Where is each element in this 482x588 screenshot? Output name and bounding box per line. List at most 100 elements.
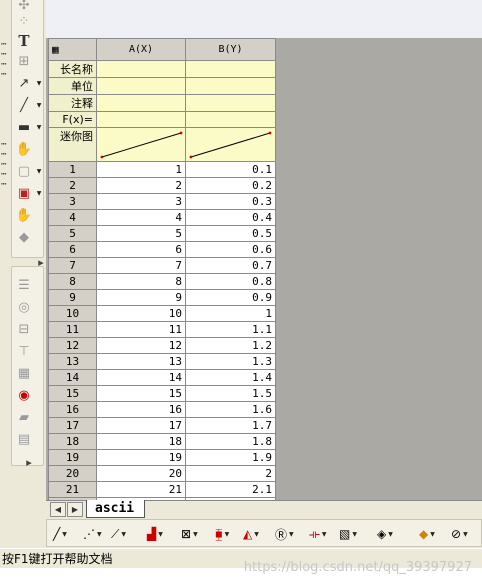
row-header[interactable]: 7 [48,257,97,274]
row-header[interactable]: 13 [48,353,97,370]
cell-b[interactable]: 1.2 [185,337,276,354]
cell-a[interactable]: 11 [96,321,186,338]
cell-b[interactable]: 1.6 [185,401,276,418]
comments-cell-b[interactable] [185,94,276,112]
row-header[interactable]: 4 [48,209,97,226]
scatter-plot-icon[interactable]: ⋰ ▼ [83,524,102,544]
cell-a[interactable]: 19 [96,449,186,466]
text-tool-icon[interactable]: T [14,31,34,51]
error-bar-icon[interactable]: ⧯ ▼ [215,524,229,544]
row-header[interactable]: 17 [48,417,97,434]
cell-a[interactable]: 21 [96,481,186,498]
cell-a[interactable]: 9 [96,289,186,306]
longname-cell-b[interactable] [185,60,276,78]
row-header[interactable]: 1 [48,161,97,178]
fx-cell-b[interactable] [185,111,276,128]
units-cell-b[interactable] [185,77,276,95]
cell-b[interactable]: 1.5 [185,385,276,402]
cell-a[interactable]: 20 [96,465,186,482]
next-sheet-icon[interactable]: ▶ [67,502,83,517]
row-header[interactable]: 15 [48,385,97,402]
insert-icon[interactable]: ⊤ [14,341,34,361]
cell-a[interactable]: 1 [96,161,186,178]
cell-a[interactable]: 15 [96,385,186,402]
polar-plot-icon[interactable]: Ⓡ ▼ [275,524,294,544]
area-plot-icon[interactable]: ◭ ▼ [243,524,259,544]
cell-b[interactable]: 1.3 [185,353,276,370]
cell-a[interactable]: 12 [96,337,186,354]
line-tool-dropdown-icon[interactable]: ▼ [36,95,42,115]
units-cell-a[interactable] [96,77,186,95]
row-header[interactable]: 12 [48,337,97,354]
sheet-corner-cell[interactable]: ▦ [48,38,97,61]
fx-cell-a[interactable] [96,111,186,128]
cell-b[interactable]: 0.8 [185,273,276,290]
cell-a[interactable]: 2 [96,177,186,194]
cell-a[interactable]: 14 [96,369,186,386]
cell-b[interactable]: 0.7 [185,257,276,274]
cell-b[interactable]: 0.5 [185,225,276,242]
cell-a[interactable]: 17 [96,417,186,434]
arrow-tool-icon[interactable]: ↗ [14,73,34,93]
cell-a[interactable]: 5 [96,225,186,242]
grid-icon[interactable]: ▦ [14,363,34,383]
data-selector-icon[interactable]: ⁘ [14,11,34,31]
cell-a[interactable]: 4 [96,209,186,226]
cell-b[interactable]: 0.3 [185,193,276,210]
cell-b[interactable]: 0.2 [185,177,276,194]
rectangle-tool-dropdown-icon[interactable]: ▼ [36,117,42,137]
toolbar2-expand-icon[interactable]: ▸ [24,456,34,469]
row-header[interactable]: 10 [48,305,97,322]
row-header[interactable]: 14 [48,369,97,386]
list-icon[interactable]: ☰ [14,275,34,295]
row-header[interactable]: 8 [48,273,97,290]
cell-b[interactable]: 1 [185,305,276,322]
worksheet-grid[interactable]: ▦ A(X) B(Y) 长名称 单位 注释 F(x)= 迷你图 1 1 0.1 … [48,38,276,514]
cell-a[interactable]: 18 [96,433,186,450]
column-header-b[interactable]: B(Y) [185,38,276,61]
line-symbol-plot-icon[interactable]: ⟋ ▼ [111,524,126,544]
template-icon[interactable]: ▧ ▼ [339,524,357,544]
region-icon[interactable]: ◆ [14,227,34,247]
cell-b[interactable]: 1.7 [185,417,276,434]
row-header[interactable]: 6 [48,241,97,258]
screen-reader-icon[interactable]: ▣ [14,183,34,203]
arrow-tool-dropdown-icon[interactable]: ▼ [36,73,42,93]
row-header[interactable]: 19 [48,449,97,466]
add-column-icon[interactable]: ⊟ [14,319,34,339]
comments-cell-a[interactable] [96,94,186,112]
screen-reader-dropdown-icon[interactable]: ▼ [36,183,42,203]
row-header[interactable]: 20 [48,465,97,482]
cell-a[interactable]: 6 [96,241,186,258]
row-header[interactable]: 16 [48,401,97,418]
zoom-panel-icon[interactable]: ⊞ [14,51,34,71]
3d-plot-icon[interactable]: ◈ ▼ [377,524,393,544]
row-header[interactable]: 3 [48,193,97,210]
row-header[interactable]: 18 [48,433,97,450]
longname-cell-a[interactable] [96,60,186,78]
cell-a[interactable]: 7 [96,257,186,274]
draw-data-icon[interactable]: ▢ [14,161,34,181]
record-icon[interactable]: ◉ [14,385,34,405]
surface-plot-icon[interactable]: ◆ ▼ [419,524,435,544]
cell-b[interactable]: 0.9 [185,289,276,306]
cell-a[interactable]: 3 [96,193,186,210]
cell-b[interactable]: 2.1 [185,481,276,498]
row-header[interactable]: 21 [48,481,97,498]
sparkline-cell-b[interactable] [185,127,276,162]
cell-b[interactable]: 1.4 [185,369,276,386]
circle-icon[interactable]: ◎ [14,297,34,317]
cell-a[interactable]: 13 [96,353,186,370]
cell-b[interactable]: 0.4 [185,209,276,226]
folder-icon[interactable]: ▰ [14,407,34,427]
prev-sheet-icon[interactable]: ◀ [50,502,66,517]
sheet-tab-ascii[interactable]: ascii [86,500,146,518]
hand-pan-icon[interactable]: ✋ [14,139,34,159]
cell-b[interactable]: 1.9 [185,449,276,466]
row-header[interactable]: 2 [48,177,97,194]
cell-a[interactable]: 16 [96,401,186,418]
row-header[interactable]: 9 [48,289,97,306]
draw-data-dropdown-icon[interactable]: ▼ [36,161,42,181]
line-plot-icon[interactable]: ╱ ▼ [53,524,67,544]
cell-b[interactable]: 1.1 [185,321,276,338]
